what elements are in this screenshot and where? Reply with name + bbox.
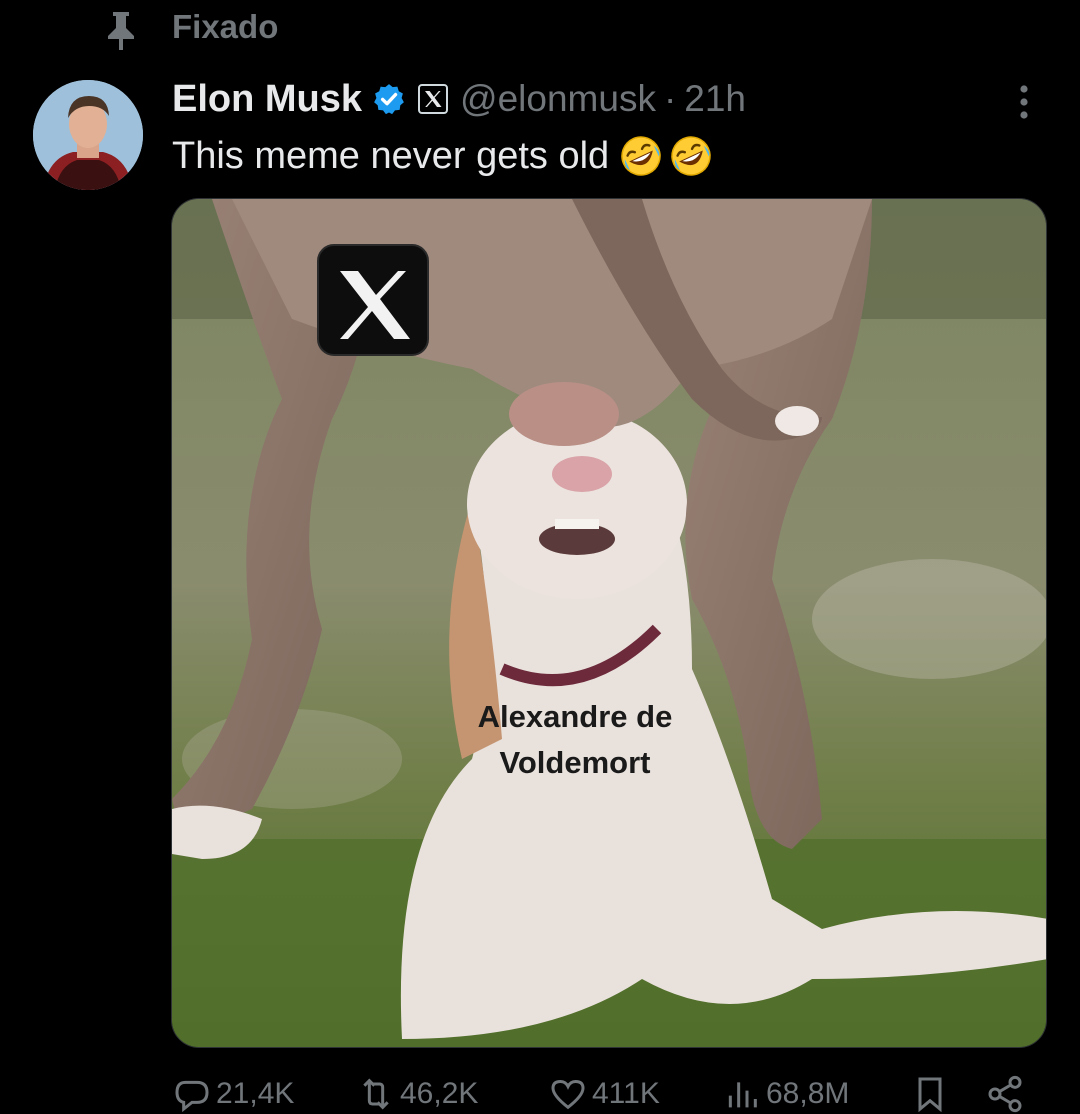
pinned-label: Fixado bbox=[172, 8, 279, 45]
share-icon bbox=[988, 1075, 1022, 1113]
x-affiliate-badge-icon[interactable] bbox=[418, 84, 449, 114]
bookmark-icon bbox=[918, 1077, 942, 1113]
repost-button[interactable]: 46,2K bbox=[356, 1074, 478, 1114]
views-button[interactable]: 68,8M bbox=[722, 1074, 849, 1114]
repost-icon bbox=[363, 1078, 389, 1110]
rolling-on-floor-laughing-emoji-icon bbox=[671, 136, 711, 176]
more-options-icon[interactable] bbox=[1010, 82, 1038, 122]
heart-icon bbox=[551, 1079, 585, 1110]
avatar[interactable] bbox=[33, 80, 143, 190]
view-count: 68,8M bbox=[766, 1077, 850, 1110]
like-button[interactable]: 411K bbox=[548, 1074, 660, 1114]
pin-icon bbox=[108, 12, 134, 50]
avatar-image bbox=[33, 80, 143, 190]
reply-icon bbox=[175, 1080, 209, 1113]
tweet-actions: 21,4K 46,2K 411K 68,8M bbox=[0, 1070, 1080, 1114]
display-name[interactable]: Elon Musk bbox=[172, 78, 362, 121]
author-handle[interactable]: @elonmusk bbox=[460, 78, 656, 120]
meme-photo bbox=[172, 199, 1046, 1047]
like-count: 411K bbox=[592, 1077, 660, 1110]
repost-count: 46,2K bbox=[400, 1077, 479, 1110]
separator-dot: · bbox=[663, 78, 677, 119]
pinned-indicator: Fixado bbox=[0, 0, 1080, 60]
share-button[interactable] bbox=[985, 1074, 1029, 1114]
tweet-header: Elon Musk @elonmusk · 21h bbox=[172, 74, 746, 124]
tweet-media-image[interactable]: Alexandre de Voldemort bbox=[171, 198, 1047, 1048]
reply-count: 21,4K bbox=[216, 1077, 295, 1110]
analytics-icon bbox=[728, 1082, 757, 1108]
tweet-body: This meme never gets old bbox=[172, 130, 713, 182]
x-logo-overlay-icon bbox=[317, 244, 429, 356]
verified-badge-icon[interactable] bbox=[372, 82, 406, 116]
tweet-text: This meme never gets old bbox=[172, 134, 610, 177]
reply-button[interactable]: 21,4K bbox=[172, 1074, 294, 1114]
rolling-on-floor-laughing-emoji-icon bbox=[621, 136, 661, 176]
timestamp[interactable]: 21h bbox=[684, 78, 746, 120]
bookmark-button[interactable] bbox=[910, 1074, 954, 1114]
